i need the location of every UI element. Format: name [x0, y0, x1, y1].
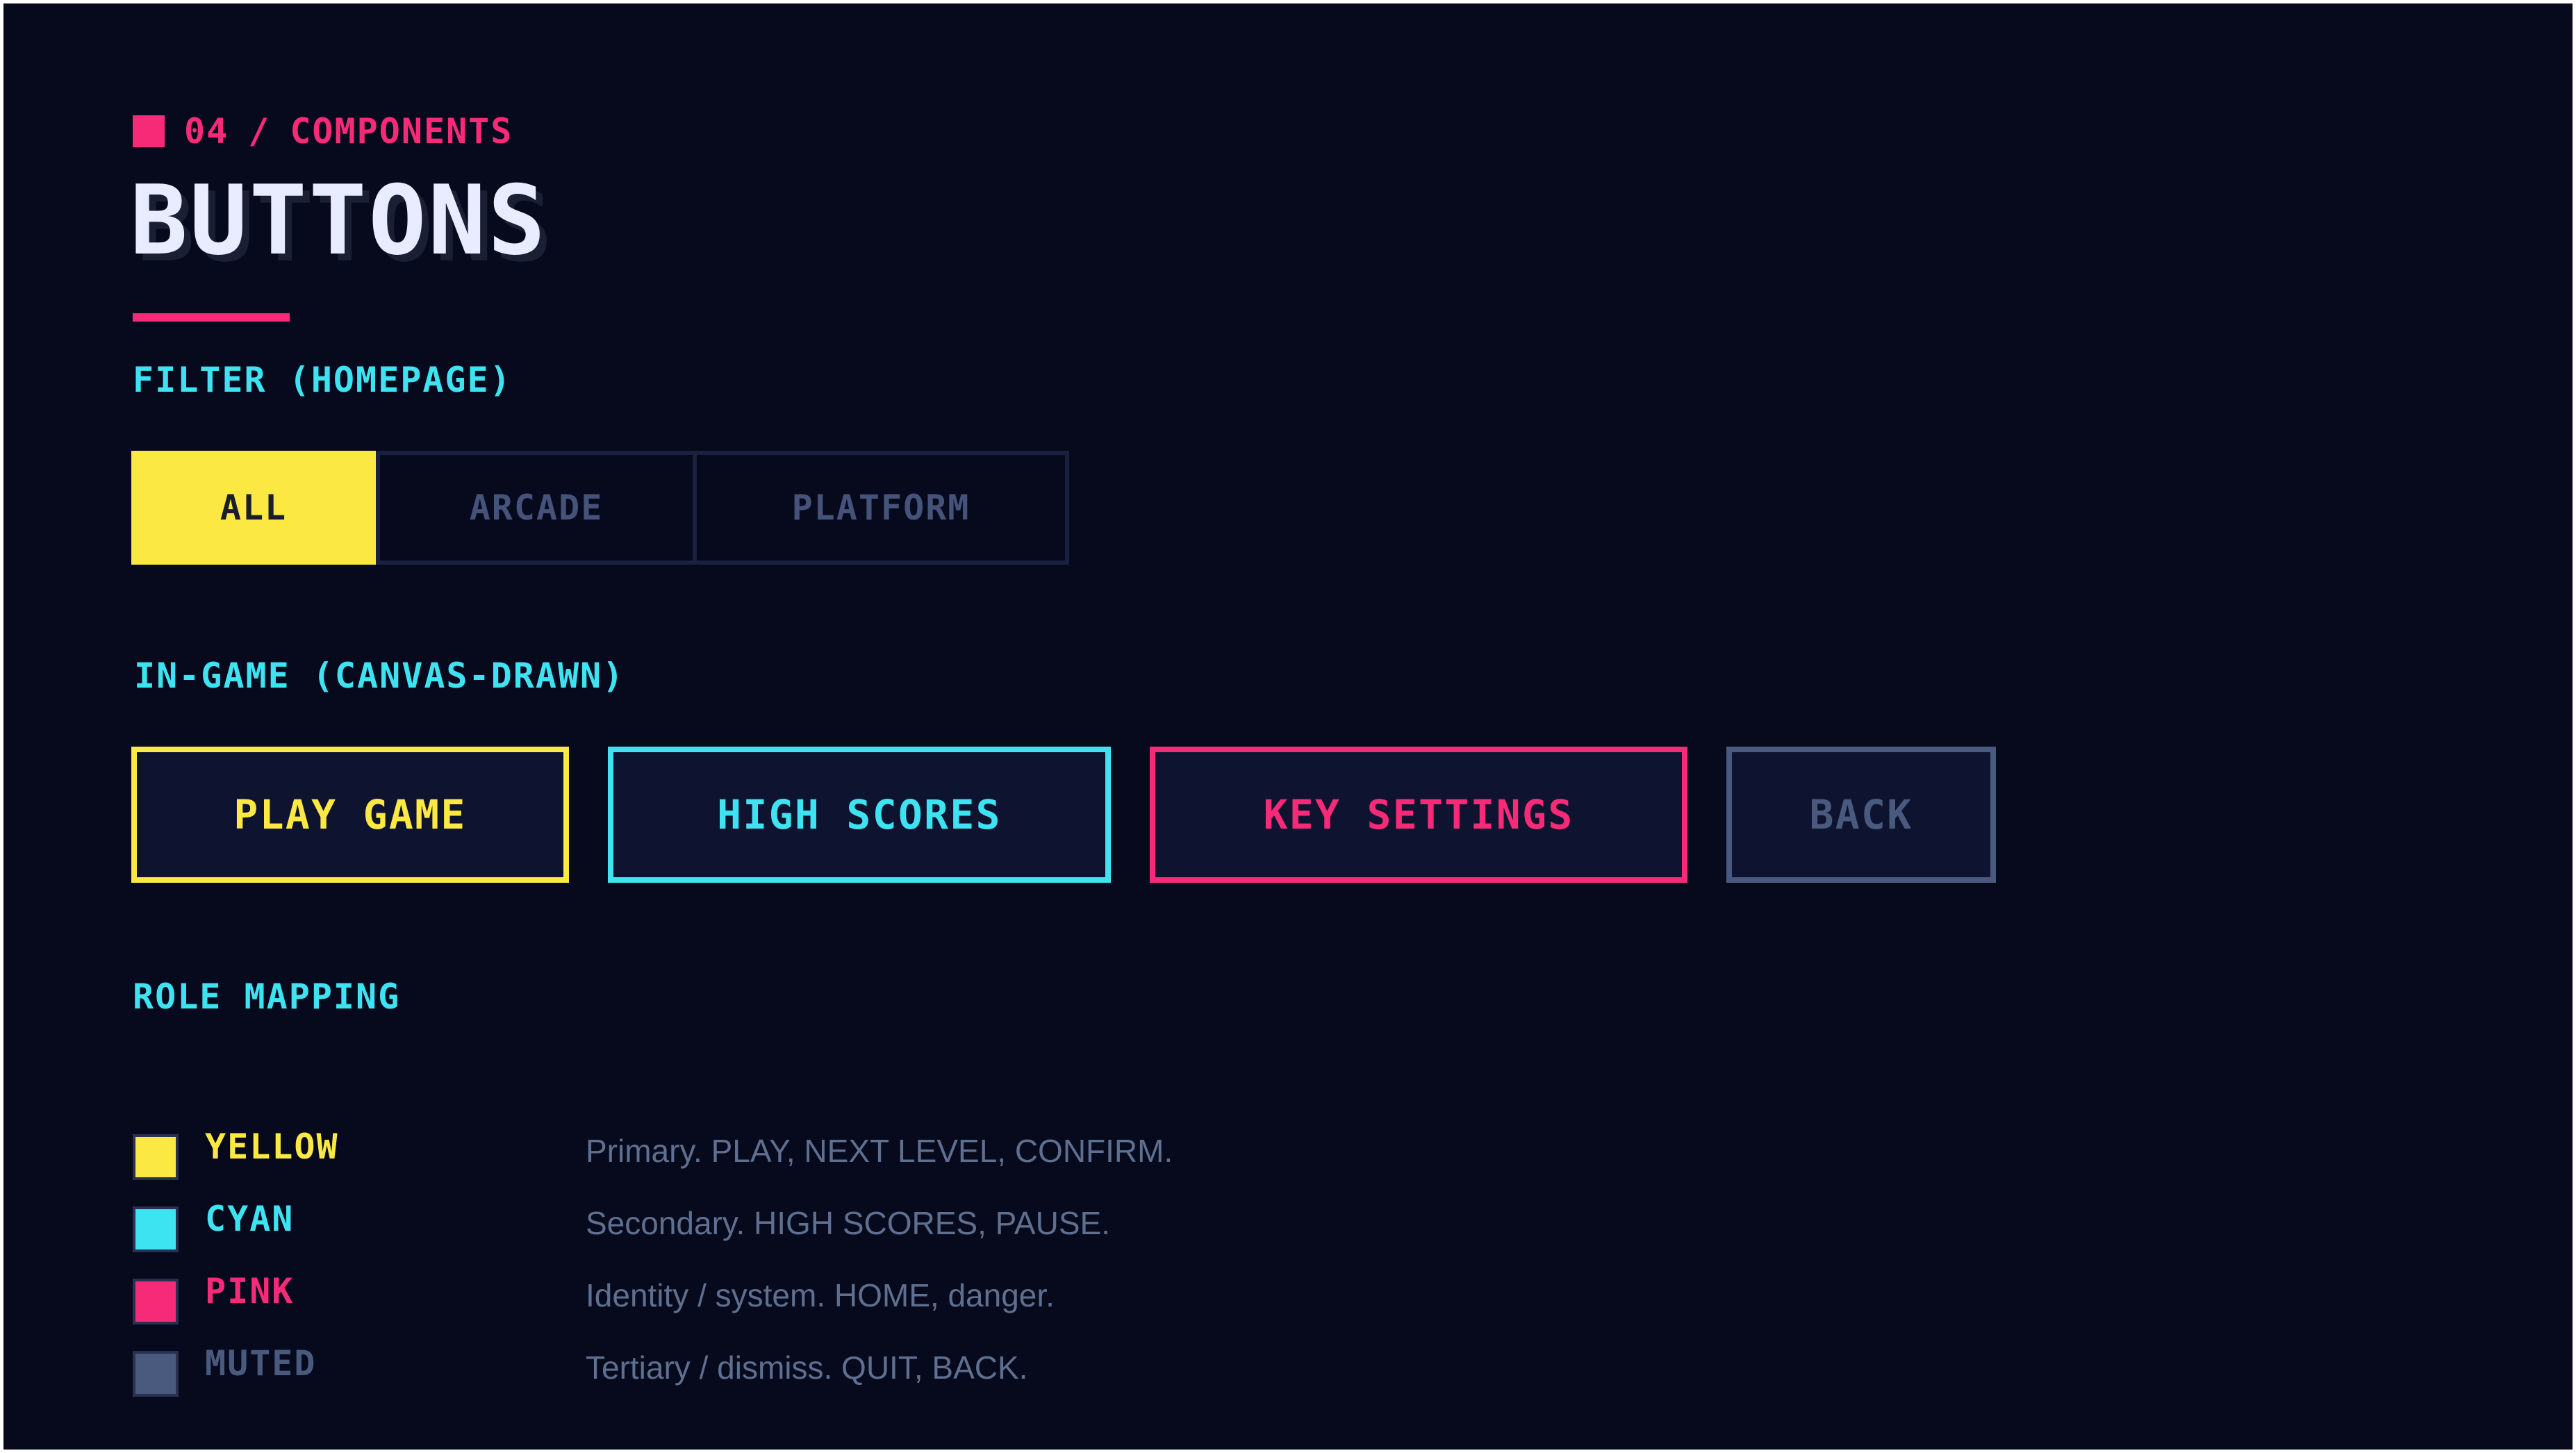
filter-all-button[interactable]: ALL — [131, 451, 376, 565]
role-name: PINK — [205, 1271, 295, 1311]
play-game-button[interactable]: PLAY GAME — [131, 747, 569, 883]
eyebrow-separator: / — [248, 111, 271, 151]
yellow-swatch — [133, 1134, 179, 1180]
muted-swatch — [133, 1351, 179, 1397]
pink-swatch — [133, 1279, 179, 1325]
filter-section-label: FILTER (HOMEPAGE) — [133, 360, 512, 400]
role-description: Secondary. HIGH SCORES, PAUSE. — [586, 1205, 1110, 1241]
back-button[interactable]: BACK — [1726, 747, 1996, 883]
role-name: CYAN — [205, 1199, 295, 1239]
section-name: COMPONENTS — [290, 111, 513, 151]
back-label: BACK — [1809, 791, 1913, 838]
role-description: Tertiary / dismiss. QUIT, BACK. — [586, 1350, 1028, 1386]
role-mapping-label: ROLE MAPPING — [133, 977, 401, 1017]
role-description: Identity / system. HOME, danger. — [586, 1277, 1055, 1313]
eyebrow-square-icon — [133, 115, 165, 147]
filter-platform-button[interactable]: PLATFORM — [693, 451, 1069, 565]
section-eyebrow: 04 / COMPONENTS — [133, 112, 513, 151]
section-number: 04 — [184, 111, 229, 151]
key-settings-label: KEY SETTINGS — [1263, 791, 1574, 838]
page-title: BUTTONS — [130, 165, 547, 276]
filter-arcade-label: ARCADE — [469, 488, 604, 528]
ingame-section-label: IN-GAME (CANVAS-DRAWN) — [134, 656, 625, 696]
play-game-label: PLAY GAME — [233, 791, 467, 838]
key-settings-button[interactable]: KEY SETTINGS — [1150, 747, 1687, 883]
filter-button-group: ALL ARCADE PLATFORM — [131, 451, 1069, 565]
cyan-swatch — [133, 1206, 179, 1252]
high-scores-button[interactable]: HIGH SCORES — [608, 747, 1111, 883]
filter-platform-label: PLATFORM — [791, 488, 971, 528]
role-description: Primary. PLAY, NEXT LEVEL, CONFIRM. — [586, 1133, 1173, 1169]
role-name: MUTED — [205, 1343, 317, 1384]
high-scores-label: HIGH SCORES — [717, 791, 1002, 838]
filter-arcade-button[interactable]: ARCADE — [376, 451, 697, 565]
filter-all-label: ALL — [220, 488, 288, 528]
title-underline — [133, 313, 290, 322]
role-name: YELLOW — [205, 1127, 339, 1167]
slide-canvas: 04 / COMPONENTS BUTTONS FILTER (HOMEPAGE… — [3, 3, 2573, 1450]
